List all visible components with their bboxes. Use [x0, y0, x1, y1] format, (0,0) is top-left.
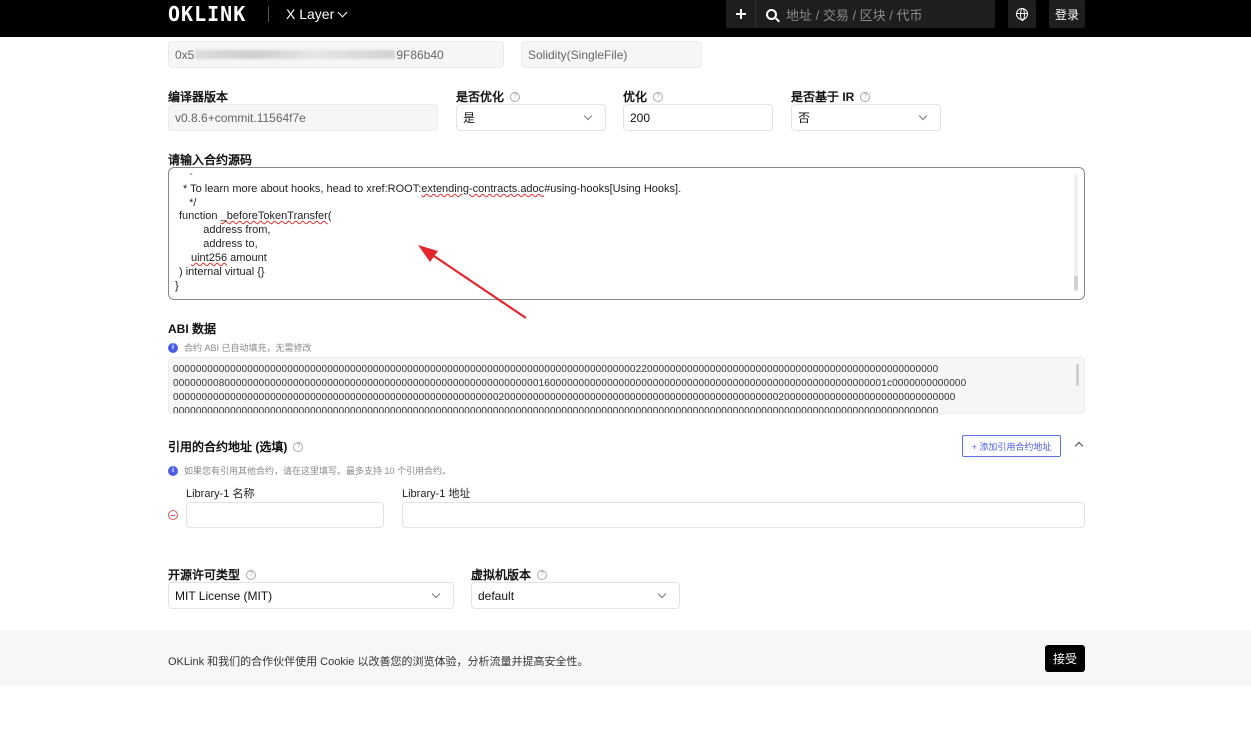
libraries-label-text: 引用的合约地址 (选填): [168, 440, 288, 454]
info-icon: i: [168, 465, 178, 476]
license-value: MIT License (MIT): [175, 588, 273, 603]
code-line: * To learn more about hooks, head to xre…: [183, 183, 682, 195]
abi-hint-text: 合约 ABI 已自动填充，无需修改: [184, 343, 312, 353]
code-line: address to,: [191, 238, 258, 250]
compiler-version-field[interactable]: v0.8.6+commit.11564f7e: [168, 104, 438, 131]
cookie-text: OKLink 和我们的合作伙伴使用 Cookie 以改善您的浏览体验，分析流量并…: [168, 656, 589, 668]
chevron-down-icon: [918, 111, 928, 121]
code-line: address from,: [191, 224, 271, 236]
source-code-label-text: 请输入合约源码: [168, 153, 253, 167]
help-icon[interactable]: ?: [293, 441, 304, 452]
help-icon[interactable]: ?: [246, 569, 257, 580]
library-name-input[interactable]: [186, 502, 384, 528]
chevron-down-icon: [337, 7, 348, 17]
chevron-down-icon: [431, 589, 441, 599]
via-ir-label: 是否基于 IR ?: [791, 88, 871, 105]
code-line: uint256 amount: [191, 252, 267, 264]
vm-version-label-text: 虚拟机版本: [471, 568, 532, 582]
scan-icon: [735, 9, 746, 19]
compiler-version-label: 编译器版本: [168, 88, 228, 105]
abi-scrollbar[interactable]: [1076, 364, 1079, 386]
optimize-value: 是: [463, 111, 476, 125]
globe-icon: [1016, 8, 1028, 21]
license-label-text: 开源许可类型: [168, 568, 241, 582]
chevron-down-icon: [657, 589, 667, 599]
compiler-type-value: Solidity(SingleFile): [528, 47, 628, 62]
compiler-type-field[interactable]: Solidity(SingleFile): [521, 41, 702, 68]
license-label: 开源许可类型 ?: [168, 566, 257, 583]
oklink-logo[interactable]: OKLINK: [168, 2, 247, 26]
search-bar[interactable]: 地址 / 交易 / 区块 / 代币: [726, 0, 995, 28]
source-code-label: 请输入合约源码: [168, 151, 252, 168]
license-select[interactable]: MIT License (MIT): [168, 582, 454, 609]
help-icon[interactable]: ?: [510, 91, 521, 102]
info-icon: i: [168, 342, 178, 353]
chevron-down-icon: [583, 111, 593, 121]
runs-label-text: 优化: [623, 90, 648, 104]
help-icon[interactable]: ?: [537, 569, 548, 580]
address-prefix: 0x5: [175, 47, 195, 62]
scan-button[interactable]: [726, 0, 756, 28]
library-address-input[interactable]: [402, 502, 1085, 528]
libraries-label: 引用的合约地址 (选填) ?: [168, 438, 304, 455]
abi-line: 0000000000000000000000000000000000000000…: [173, 406, 939, 414]
compiler-version-value: v0.8.6+commit.11564f7e: [175, 110, 306, 125]
vm-version-label: 虚拟机版本 ?: [471, 566, 548, 583]
code-line: ) internal virtual {}: [179, 266, 265, 278]
top-navbar: OKLINK X Layer 地址 / 交易 / 区块 / 代币 登录: [0, 0, 1251, 37]
vm-version-select[interactable]: default: [471, 582, 680, 609]
abi-hint: i 合约 ABI 已自动填充，无需修改: [168, 341, 312, 354]
editor-scrollbar[interactable]: [1074, 174, 1078, 292]
login-button[interactable]: 登录: [1049, 0, 1085, 28]
add-library-button[interactable]: + 添加引用合约地址: [962, 435, 1061, 457]
abi-line: 0000000080000000000000000000000000000000…: [173, 378, 967, 389]
help-icon[interactable]: ?: [860, 91, 871, 102]
abi-line: 0000000000000000000000000000000000000000…: [173, 392, 956, 403]
library-name-label: Library-1 名称: [186, 488, 255, 500]
code-line: -: [183, 168, 193, 180]
source-code-editor[interactable]: - * To learn more about hooks, head to x…: [168, 167, 1085, 300]
chevron-up-icon[interactable]: [1074, 441, 1084, 451]
libraries-hint-text: 如果您有引用其他合约，请在这里填写。最多支持 10 个引用合约。: [184, 466, 452, 476]
runs-input[interactable]: 200: [623, 104, 773, 131]
language-button[interactable]: [1008, 0, 1036, 28]
code-line: function _beforeTokenTransfer(: [179, 210, 332, 222]
logo-text: OKLINK: [168, 2, 247, 26]
optimize-label: 是否优化 ?: [456, 88, 521, 105]
search-input[interactable]: 地址 / 交易 / 区块 / 代币: [786, 5, 923, 24]
abi-line: 0000000000000000000000000000000000000000…: [173, 364, 939, 375]
help-icon[interactable]: ?: [653, 91, 664, 102]
search-icon: [766, 8, 777, 20]
address-suffix: 9F86b40: [396, 47, 444, 62]
chain-selector[interactable]: X Layer: [286, 4, 348, 24]
via-ir-label-text: 是否基于 IR: [791, 90, 855, 104]
chain-name: X Layer: [286, 6, 335, 22]
contract-address-field[interactable]: 0x5 9F86b40: [168, 41, 504, 68]
remove-icon[interactable]: [168, 510, 178, 520]
header-divider: [268, 6, 269, 22]
optimize-select[interactable]: 是: [456, 104, 606, 131]
runs-value: 200: [630, 110, 651, 125]
library-address-label: Library-1 地址: [402, 488, 471, 500]
code-line: */: [183, 197, 197, 209]
abi-label-text: ABI 数据: [168, 322, 217, 336]
libraries-hint: i 如果您有引用其他合约，请在这里填写。最多支持 10 个引用合约。: [168, 464, 451, 477]
optimize-label-text: 是否优化: [456, 90, 505, 104]
abi-label: ABI 数据: [168, 320, 216, 337]
address-masked: [195, 50, 396, 59]
via-ir-select[interactable]: 否: [791, 104, 941, 131]
accept-cookie-button[interactable]: 接受: [1045, 645, 1085, 672]
code-line: }: [175, 280, 179, 292]
abi-data-field[interactable]: 0000000000000000000000000000000000000000…: [168, 357, 1085, 414]
via-ir-value: 否: [798, 111, 811, 125]
compiler-version-label-text: 编译器版本: [168, 90, 229, 104]
cookie-banner: OKLink 和我们的合作伙伴使用 Cookie 以改善您的浏览体验，分析流量并…: [0, 630, 1251, 686]
vm-version-value: default: [478, 588, 515, 603]
runs-label: 优化 ?: [623, 88, 664, 105]
